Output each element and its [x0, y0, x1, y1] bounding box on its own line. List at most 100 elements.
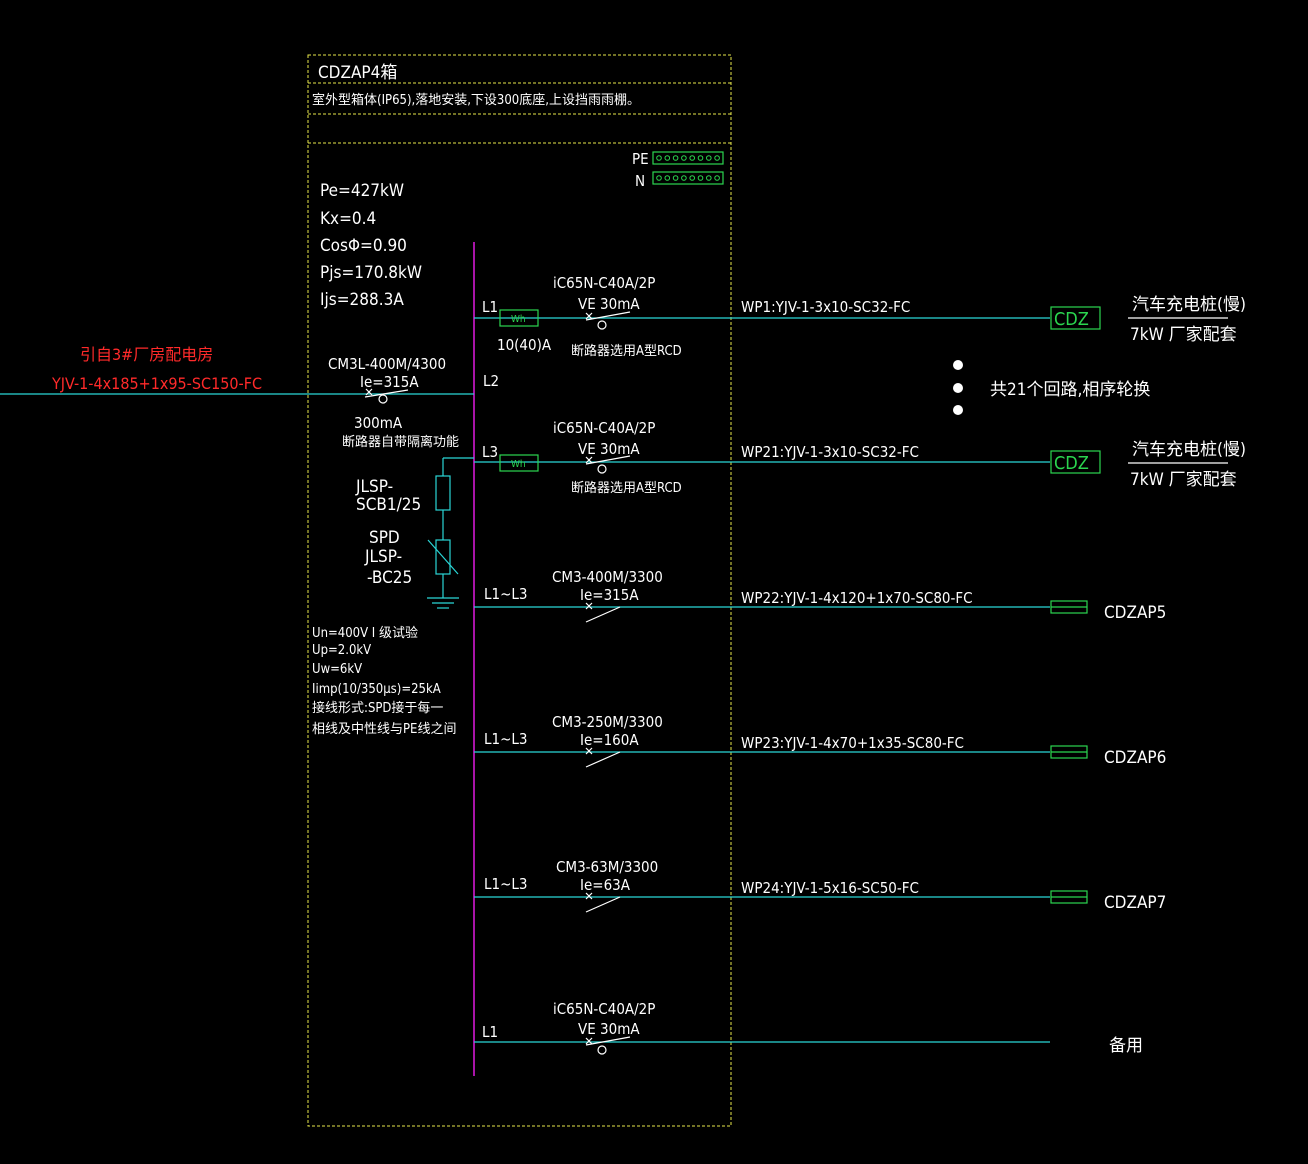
svg-text:L1: L1: [482, 298, 498, 316]
terminal-dot: [714, 155, 720, 161]
incoming-breaker-model: CM3L-400M/4300: [328, 355, 446, 373]
param-ijs: Ijs=288.3A: [320, 290, 404, 310]
breaker-symbol: [585, 602, 621, 623]
svg-text:L1~L3: L1~L3: [484, 875, 528, 893]
terminal-dot: [664, 155, 671, 161]
spd-fuse: [435, 475, 451, 511]
svg-text:N: N: [635, 172, 645, 190]
n-terminal-bar: N: [635, 171, 724, 190]
svg-text:WP24:YJV-1-5x16-SC50-FC: WP24:YJV-1-5x16-SC50-FC: [741, 879, 919, 897]
param-pe: Pe=427kW: [320, 181, 404, 201]
panel-description: 室外型箱体(IP65),落地安装,下设300底座,上设挡雨雨棚。: [312, 92, 640, 108]
svg-text:VE 30mA: VE 30mA: [578, 295, 640, 313]
svg-text:WP22:YJV-1-4x120+1x70-SC80-FC: WP22:YJV-1-4x120+1x70-SC80-FC: [741, 589, 973, 607]
param-pjs: Pjs=170.8kW: [320, 263, 422, 283]
svg-text:WP1:YJV-1-3x10-SC32-FC: WP1:YJV-1-3x10-SC32-FC: [741, 298, 910, 316]
ellipsis-dot: [953, 383, 963, 393]
svg-text:Wh: Wh: [511, 459, 526, 470]
svg-text:SCB1/25: SCB1/25: [356, 495, 421, 515]
svg-text:Uw=6kV: Uw=6kV: [312, 662, 362, 677]
svg-text:Wh: Wh: [511, 314, 526, 325]
incoming-breaker-current: Ie=315A: [360, 373, 419, 391]
circuit-count-note: 共21个回路,相序轮换: [990, 380, 1150, 400]
circuit-wp24: L1~L3 CM3-63M/3300 Ie=63A WP24:YJV-1-5x1…: [474, 858, 1166, 913]
circuit-wp22: L1~L3 CM3-400M/3300 Ie=315A WP22:YJV-1-4…: [474, 568, 1166, 623]
incoming-feeder: 引自3#厂房配电房 YJV-1-4x185+1x95-SC150-FC CM3L…: [0, 345, 499, 450]
spd-notes: Un=400V I 级试验 Up=2.0kV Uw=6kV Iimp(10/35…: [312, 625, 456, 737]
svg-text:Ie=63A: Ie=63A: [580, 876, 631, 894]
svg-text:WP23:YJV-1-4x70+1x35-SC80-FC: WP23:YJV-1-4x70+1x35-SC80-FC: [741, 734, 964, 752]
svg-text:CDZAP6: CDZAP6: [1104, 748, 1166, 768]
breaker-symbol: [585, 747, 621, 768]
svg-text:汽车充电桩(慢): 汽车充电桩(慢): [1132, 294, 1246, 315]
svg-text:接线形式:SPD接于每一: 接线形式:SPD接于每一: [312, 700, 443, 716]
svg-text:CM3-250M/3300: CM3-250M/3300: [552, 713, 663, 731]
l2-label: L2: [483, 372, 499, 390]
svg-text:CDZAP5: CDZAP5: [1104, 603, 1166, 623]
svg-text:Un=400V I 级试验: Un=400V I 级试验: [312, 625, 418, 641]
svg-text:Up=2.0kV: Up=2.0kV: [312, 643, 371, 658]
svg-text:PE: PE: [632, 150, 649, 168]
svg-text:-BC25: -BC25: [367, 568, 412, 588]
terminal-dot: [672, 175, 679, 181]
svg-text:CDZ: CDZ: [1054, 309, 1089, 330]
terminal-dot: [681, 175, 687, 181]
circuit-wp21: L3 Wh iC65N-C40A/2P VE 30mA 断路器选用A型RCD W…: [474, 419, 1246, 496]
breaker-symbol: [585, 311, 631, 330]
svg-text:断路器选用A型RCD: 断路器选用A型RCD: [571, 480, 682, 496]
svg-text:iC65N-C40A/2P: iC65N-C40A/2P: [553, 274, 655, 292]
terminal-dot: [706, 155, 712, 161]
svg-text:Iimp(10/350μs)=25kA: Iimp(10/350μs)=25kA: [312, 682, 441, 697]
svg-text:汽车充电桩(慢): 汽车充电桩(慢): [1132, 439, 1246, 460]
omitted-circuits-marker: 共21个回路,相序轮换: [953, 360, 1150, 415]
svg-text:iC65N-C40A/2P: iC65N-C40A/2P: [553, 419, 655, 437]
svg-text:L1: L1: [482, 1023, 498, 1041]
svg-text:10(40)A: 10(40)A: [497, 336, 552, 354]
incoming-breaker-note: 断路器自带隔离功能: [342, 434, 459, 450]
svg-text:断路器选用A型RCD: 断路器选用A型RCD: [571, 343, 682, 359]
terminal-dot: [656, 155, 662, 161]
svg-text:相线及中性线与PE线之间: 相线及中性线与PE线之间: [312, 722, 456, 737]
circuit-wp23: L1~L3 CM3-250M/3300 Ie=160A WP23:YJV-1-4…: [474, 713, 1166, 768]
svg-text:JLSP-: JLSP-: [355, 477, 393, 497]
terminal-dot: [689, 175, 696, 181]
terminal-dot: [689, 155, 696, 161]
distribution-diagram: CDZAP4箱 室外型箱体(IP65),落地安装,下设300底座,上设挡雨雨棚。…: [0, 54, 1246, 1127]
svg-text:VE 30mA: VE 30mA: [578, 1020, 640, 1038]
terminal-dot: [664, 175, 671, 181]
terminal-dot: [681, 155, 687, 161]
param-kx: Kx=0.4: [320, 209, 376, 229]
circuit-wp1: L1 Wh 10(40)A iC65N-C40A/2P VE 30mA 断路器选…: [474, 274, 1246, 359]
terminal-dot: [706, 175, 712, 181]
terminal-dot: [714, 175, 720, 181]
spd-branch: JLSP- SCB1/25 SPD JLSP- -BC25: [355, 457, 474, 609]
ellipsis-dot: [953, 405, 963, 415]
ground-icon: [427, 597, 459, 609]
circuit-spare: L1 iC65N-C40A/2P VE 30mA 备用: [474, 1000, 1143, 1056]
svg-text:Ie=315A: Ie=315A: [580, 586, 639, 604]
svg-text:L3: L3: [482, 443, 498, 461]
svg-text:Ie=160A: Ie=160A: [580, 731, 639, 749]
svg-text:JLSP-: JLSP-: [364, 547, 402, 567]
svg-text:iC65N-C40A/2P: iC65N-C40A/2P: [553, 1000, 655, 1018]
svg-text:SPD: SPD: [369, 528, 400, 548]
svg-text:WP21:YJV-1-3x10-SC32-FC: WP21:YJV-1-3x10-SC32-FC: [741, 443, 919, 461]
svg-text:7kW 厂家配套: 7kW 厂家配套: [1130, 325, 1237, 345]
load-params: Pe=427kW Kx=0.4 CosΦ=0.90 Pjs=170.8kW Ij…: [320, 181, 422, 310]
pe-terminal-bar: PE: [632, 150, 724, 168]
incoming-breaker-symbol: [364, 388, 409, 404]
svg-text:VE 30mA: VE 30mA: [578, 440, 640, 458]
panel-title: CDZAP4箱: [318, 63, 397, 83]
svg-text:备用: 备用: [1109, 1036, 1143, 1056]
svg-text:CM3-400M/3300: CM3-400M/3300: [552, 568, 663, 586]
breaker-symbol: [585, 1036, 631, 1055]
svg-text:L1~L3: L1~L3: [484, 585, 528, 603]
incoming-cable: YJV-1-4x185+1x95-SC150-FC: [51, 374, 262, 393]
param-cos: CosΦ=0.90: [320, 236, 407, 256]
breaker-symbol: [585, 892, 621, 913]
terminal-dot: [672, 155, 679, 161]
breaker-symbol: [585, 455, 631, 474]
terminal-dot: [697, 175, 704, 181]
incoming-source: 引自3#厂房配电房: [80, 345, 213, 364]
svg-text:CM3-63M/3300: CM3-63M/3300: [556, 858, 658, 876]
